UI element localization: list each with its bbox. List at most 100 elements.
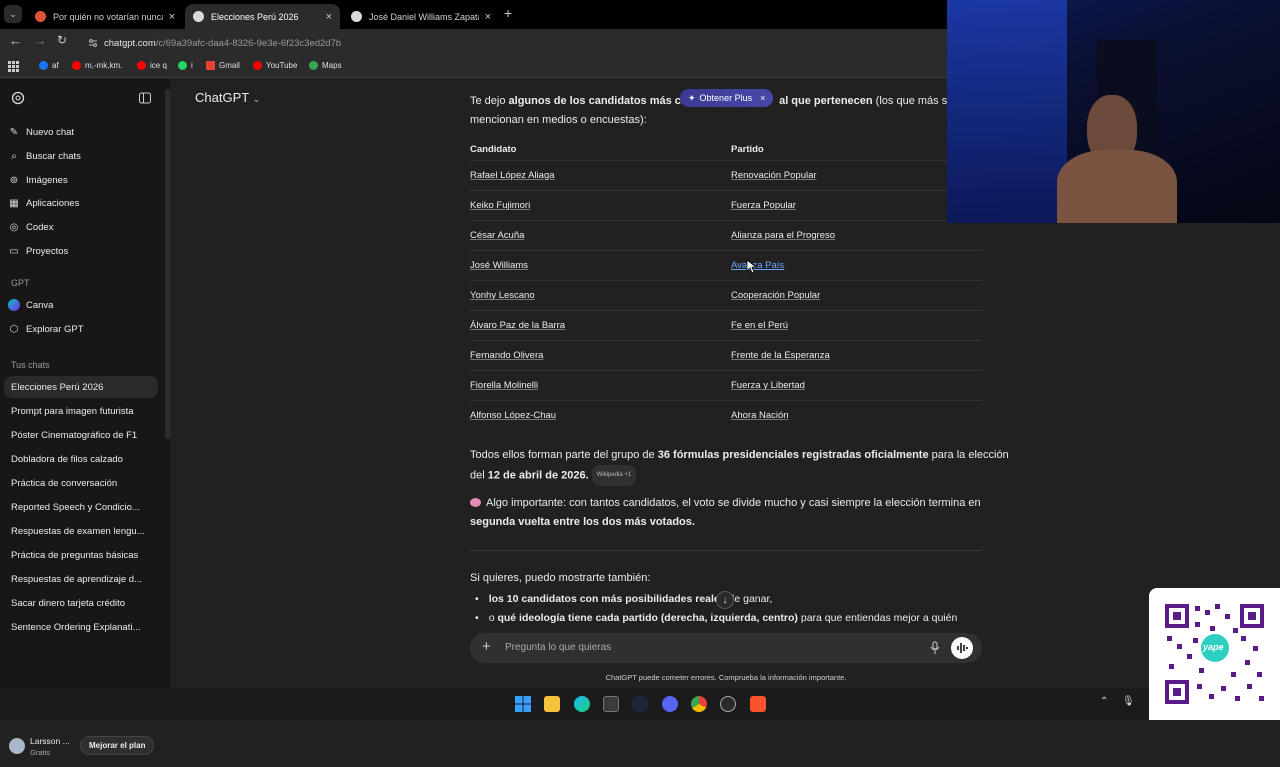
tab-list-button[interactable]: ⌄	[4, 5, 22, 23]
party-link[interactable]: Fuerza y Libertad	[731, 380, 805, 391]
sidebar-item-explore-gpt[interactable]: ⬡ Explorar GPT	[8, 318, 158, 340]
prompt-input[interactable]: Pregunta lo que quieras	[505, 642, 611, 653]
new-tab-button[interactable]: +	[504, 5, 512, 21]
sidebar-item-new-chat[interactable]: ✎ Nuevo chat	[8, 121, 158, 143]
apps-grid-icon[interactable]	[8, 61, 19, 72]
avatar[interactable]	[9, 738, 25, 754]
settings-icon[interactable]	[720, 696, 736, 712]
table-row: Álvaro Paz de la Barra Fe en el Perú	[470, 309, 982, 340]
chat-item[interactable]: Práctica de conversación	[4, 472, 158, 494]
windows-start-icon[interactable]	[515, 696, 531, 712]
brave-tab-icon	[35, 11, 46, 22]
party-link[interactable]: Cooperación Popular	[731, 290, 820, 301]
chat-item[interactable]: Dobladora de filos calzado	[4, 448, 158, 470]
obtener-plus-button[interactable]: ✦ Obtener Plus ×	[680, 89, 774, 107]
chat-item-active[interactable]: Elecciones Perú 2026	[4, 376, 158, 398]
sidebar-item-search-chats[interactable]: ⌕ Buscar chats	[8, 145, 158, 167]
scroll-down-button[interactable]: ↓	[716, 591, 734, 609]
gmail-icon	[206, 61, 215, 70]
sidebar-item-projects[interactable]: ▭ Proyectos	[8, 240, 158, 262]
browser-tab[interactable]: José Daniel Williams Zapata - B ×	[343, 4, 499, 29]
table-row: José Williams Avanza País	[470, 249, 982, 280]
source-pill[interactable]: Wikipedia +1	[591, 465, 637, 486]
party-link[interactable]: Fuerza Popular	[731, 200, 796, 211]
bookmark-mk[interactable]: m,-mk,km.	[72, 61, 122, 70]
steam-icon[interactable]	[632, 696, 648, 712]
sidebar-toggle-icon[interactable]	[139, 92, 151, 104]
brave-icon[interactable]	[750, 696, 766, 712]
party-link[interactable]: Frente de la Esperanza	[731, 350, 830, 361]
party-link[interactable]: Renovación Popular	[731, 170, 817, 181]
tray-chevron-icon[interactable]: ⌃	[1100, 696, 1108, 707]
party-link[interactable]: Fe en el Perú	[731, 320, 788, 331]
tray-mic-icon[interactable]: 🎙	[1122, 696, 1135, 707]
candidate-link[interactable]: Fernando Olivera	[470, 350, 543, 361]
party-link[interactable]: Alianza para el Progreso	[731, 230, 835, 241]
candidate-link[interactable]: José Williams	[470, 260, 528, 271]
browser-tab[interactable]: Por quién no votarían nunca y p ×	[27, 4, 183, 29]
gpt-section-label: GPT	[11, 278, 30, 288]
back-arrow-icon[interactable]: ←	[9, 33, 22, 48]
close-tab-icon[interactable]: ×	[485, 11, 491, 23]
bookmark-gmail[interactable]: Gmail	[206, 61, 240, 70]
webcam-overlay	[947, 0, 1280, 223]
file-explorer-icon[interactable]	[544, 696, 560, 712]
site-info-icon[interactable]	[88, 38, 98, 48]
chat-item[interactable]: Respuestas de aprendizaje d...	[4, 568, 158, 590]
close-icon[interactable]: ×	[760, 93, 765, 103]
chat-item[interactable]: Práctica de preguntas básicas	[4, 544, 158, 566]
chat-item[interactable]: Sentence Ordering Explanati...	[4, 616, 158, 638]
bookmark-maps[interactable]: Maps	[309, 61, 342, 70]
composer: + Pregunta lo que quieras	[470, 633, 982, 663]
voice-mode-button[interactable]	[951, 637, 973, 659]
chat-item[interactable]: Póster Cinematográfico de F1	[4, 424, 158, 446]
sidebar-item-images[interactable]: ⊚ Imágenes	[8, 169, 158, 191]
profile-area[interactable]: Larsson ... Gratis Mejorar el plan	[0, 726, 170, 767]
disclaimer-text: ChatGPT puede cometer errores. Comprueba…	[605, 673, 847, 682]
chat-item[interactable]: Prompt para imagen futurista	[4, 400, 158, 422]
section-divider	[470, 550, 982, 551]
discord-icon[interactable]	[662, 696, 678, 712]
party-link[interactable]: Ahora Nación	[731, 410, 789, 421]
store-icon[interactable]	[603, 696, 619, 712]
bookmark-af[interactable]: af	[39, 61, 59, 70]
offer-text: Si quieres, puedo mostrarte también:	[470, 572, 651, 584]
candidate-link[interactable]: Rafael López Aliaga	[470, 170, 555, 181]
candidate-link[interactable]: Alfonso López-Chau	[470, 410, 556, 421]
close-tab-icon[interactable]: ×	[169, 11, 175, 23]
address-bar[interactable]: chatgpt.com/c/69a39afc-daa4-8326-9e3e-6f…	[80, 32, 950, 54]
table-row: Rafael López Aliaga Renovación Popular	[470, 159, 982, 190]
party-link-hovered[interactable]: Avanza País	[731, 260, 784, 271]
important-paragraph: Algo importante: con tantos candidatos, …	[470, 497, 981, 528]
arrow-down-icon: ↓	[722, 594, 728, 606]
reload-icon[interactable]: ↻	[57, 33, 67, 47]
bookmark-ice[interactable]: ice q	[137, 61, 167, 70]
candidate-link[interactable]: Álvaro Paz de la Barra	[470, 320, 565, 331]
chat-item[interactable]: Respuestas de examen lengu...	[4, 520, 158, 542]
candidate-link[interactable]: César Acuña	[470, 230, 524, 241]
candidate-link[interactable]: Fiorella Molinelli	[470, 380, 538, 391]
openai-logo-icon[interactable]	[11, 91, 25, 105]
sidebar-item-apps[interactable]: ▦ Aplicaciones	[8, 192, 158, 214]
sidebar-item-codex[interactable]: ◎ Codex	[8, 216, 158, 238]
bookmark-youtube[interactable]: YouTube	[253, 61, 297, 70]
table-row: Fiorella Molinelli Fuerza y Libertad	[470, 369, 982, 400]
bookmark-i[interactable]: i	[178, 61, 193, 70]
plus-icon[interactable]: +	[482, 638, 491, 655]
chrome-icon[interactable]	[691, 696, 707, 712]
browser-tab-active[interactable]: Elecciones Perú 2026 ×	[185, 4, 340, 29]
microphone-icon[interactable]	[930, 641, 940, 655]
forward-arrow-icon[interactable]: →	[34, 33, 47, 48]
sidebar: ✎ Nuevo chat ⌕ Buscar chats ⊚ Imágenes ▦ Apl…	[0, 79, 170, 757]
close-tab-icon[interactable]: ×	[326, 11, 332, 23]
chat-item[interactable]: Sacar dinero tarjeta crédito	[4, 592, 158, 614]
candidate-link[interactable]: Keiko Fujimori	[470, 200, 530, 211]
candidate-link[interactable]: Yonhy Lescano	[470, 290, 535, 301]
upgrade-plan-button[interactable]: Mejorar el plan	[80, 736, 155, 755]
edge-icon[interactable]	[574, 696, 590, 712]
list-item: o qué ideología tiene cada partido (dere…	[470, 609, 958, 628]
sidebar-item-canva[interactable]: Canva	[8, 294, 158, 316]
chat-item[interactable]: Reported Speech y Condicio...	[4, 496, 158, 518]
model-selector[interactable]: ChatGPT ⌄	[195, 90, 260, 105]
summary-paragraph: Todos ellos forman parte del grupo de 36…	[470, 446, 1009, 486]
